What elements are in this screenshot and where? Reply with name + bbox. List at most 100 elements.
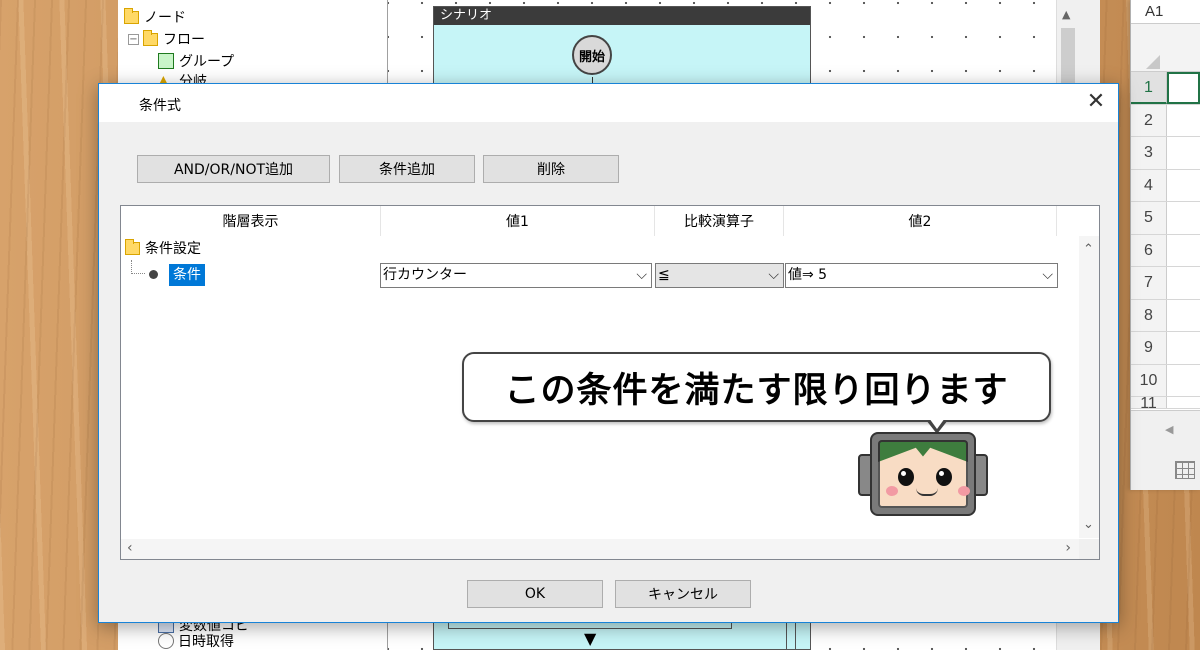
chevron-up-icon[interactable]: ⌃ [1083,242,1094,257]
chevron-left-icon[interactable]: ‹ [127,540,133,556]
operator-combobox[interactable]: ≦ ⌵ [655,263,784,288]
group-node-icon [158,53,174,69]
chevron-down-icon[interactable]: ⌵ [636,264,647,287]
bullet-icon [149,270,158,279]
cell[interactable] [1167,202,1200,234]
condition-row[interactable]: 条件 行カウンター ⌵ ≦ ⌵ 値⇒ 5 ⌵ [121,260,1077,290]
sheet-row[interactable]: 4 [1131,169,1200,202]
cell[interactable] [1167,267,1200,299]
chevron-down-icon[interactable]: ⌵ [1042,264,1053,287]
select-all-corner[interactable] [1146,55,1160,69]
row-number[interactable]: 7 [1131,267,1167,299]
scroll-up-icon[interactable]: ▲ [1062,8,1070,21]
mascot-eye [898,468,914,486]
tree-item-label: グループ [179,54,235,70]
mascot-cheek [886,486,898,496]
row-number[interactable]: 6 [1131,234,1167,266]
folder-icon [143,29,158,46]
tree-item-label: フロー [163,32,205,48]
condition-label[interactable]: 条件 [169,264,205,286]
cell[interactable] [1167,397,1200,408]
sheet-row[interactable]: 11 [1131,397,1200,409]
scenario-header: シナリオ [434,7,810,25]
grid-vertical-scrollbar[interactable]: ⌃ ⌄ [1079,236,1099,538]
row-number[interactable]: 4 [1131,169,1167,201]
delete-button[interactable]: 削除 [483,155,619,183]
row-number[interactable]: 1 [1131,72,1167,104]
row-number[interactable]: 2 [1131,104,1167,136]
collapse-icon[interactable]: − [128,33,139,45]
cell[interactable] [1167,365,1200,397]
sheet-row[interactable]: 8 [1131,299,1200,332]
tree-item-node[interactable]: ノード [124,6,186,28]
scrollbar-corner [1079,539,1099,559]
value2-text: 値⇒ 5 [788,267,828,283]
dialog-titlebar[interactable]: 条件式 ✕ [99,84,1118,122]
column-header-value2[interactable]: 値2 [784,206,1057,236]
sheet-row[interactable]: 10 [1131,364,1200,397]
cell[interactable] [1167,235,1200,267]
column-header-hierarchy[interactable]: 階層表示 [121,206,381,236]
chevron-down-icon[interactable]: ⌄ [1083,517,1094,532]
start-node[interactable]: 開始 [572,35,612,75]
row-number[interactable]: 3 [1131,137,1167,169]
mascot-cheek [958,486,970,496]
cell[interactable] [1167,137,1200,169]
chevron-down-icon[interactable]: ⌵ [768,264,779,287]
cell[interactable] [1167,105,1200,137]
mascot-eye [936,468,952,486]
cell[interactable] [1167,300,1200,332]
tree-item-group[interactable]: グループ [158,50,234,72]
sheet-footer: ◀ [1131,410,1200,490]
folder-icon [124,7,139,24]
arrow-down-icon: ▼ [584,629,597,648]
scroll-thumb[interactable] [1061,28,1075,88]
sheet-row[interactable]: 6 [1131,234,1200,267]
tree-item-datetime[interactable]: 日時取得 [158,630,234,650]
datetime-node-icon [158,633,174,649]
tree-item-label: ノード [144,10,186,26]
tree-item-label: 日時取得 [178,634,234,650]
normal-view-icon[interactable] [1175,461,1195,479]
row-number[interactable]: 11 [1131,397,1167,408]
spreadsheet-window: A1 1 2 3 4 5 6 7 8 9 10 11 ◀ [1130,0,1200,490]
sheet-row[interactable]: 7 [1131,267,1200,300]
close-icon[interactable]: ✕ [1082,89,1110,117]
dialog-title: 条件式 [139,98,181,114]
value2-combobox[interactable]: 値⇒ 5 ⌵ [785,263,1058,288]
sheet-row[interactable]: 3 [1131,137,1200,170]
row-number[interactable]: 10 [1131,364,1167,396]
robot-mascot-icon [858,432,988,517]
cancel-button[interactable]: キャンセル [615,580,751,608]
column-header-operator[interactable]: 比較演算子 [655,206,784,236]
scroll-left-icon[interactable]: ◀ [1165,423,1173,436]
sheet-row[interactable]: 2 [1131,104,1200,137]
speech-bubble: この条件を満たす限り回ります [462,352,1051,434]
group-row-label: 条件設定 [145,241,201,257]
grid-horizontal-scrollbar[interactable]: ‹ › [121,539,1079,559]
group-row[interactable]: 条件設定 [121,236,1077,260]
chevron-right-icon[interactable]: › [1065,540,1071,556]
sheet-row[interactable]: 1 [1131,72,1200,105]
speech-bubble-text: この条件を満たす限り回ります [504,370,1009,411]
add-condition-button[interactable]: 条件追加 [339,155,475,183]
row-number[interactable]: 8 [1131,299,1167,331]
folder-icon [125,238,140,255]
row-number[interactable]: 5 [1131,202,1167,234]
tree-connector [131,260,145,274]
row-number[interactable]: 9 [1131,332,1167,364]
column-header-value1[interactable]: 値1 [381,206,655,236]
sheet-row[interactable]: 5 [1131,202,1200,235]
cell[interactable] [1167,170,1200,202]
value1-combobox[interactable]: 行カウンター ⌵ [380,263,652,288]
add-and-or-not-button[interactable]: AND/OR/NOT追加 [137,155,330,183]
sheet-row[interactable]: 9 [1131,332,1200,365]
grid-header: 階層表示 値1 比較演算子 値2 [121,206,1077,236]
mascot-head [870,432,976,516]
cell[interactable] [1167,332,1200,364]
operator-text: ≦ [658,267,670,283]
ok-button[interactable]: OK [467,580,603,608]
active-cell[interactable] [1167,72,1200,104]
tree-item-flow[interactable]: − フロー [128,28,205,50]
name-box[interactable]: A1 [1131,0,1200,24]
